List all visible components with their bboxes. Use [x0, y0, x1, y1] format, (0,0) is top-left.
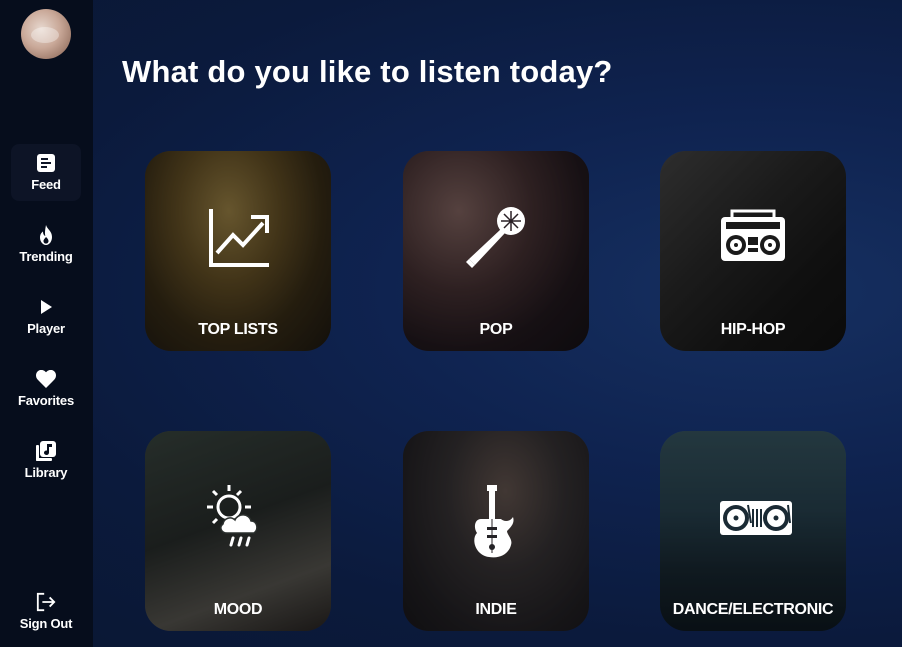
genre-label: DANCE/ELECTRONIC: [672, 601, 834, 618]
heart-icon: [36, 369, 56, 389]
microphone-icon: [461, 203, 531, 273]
feed-icon: [36, 153, 56, 173]
genre-card-hip-hop[interactable]: HIP-HOP: [660, 151, 846, 351]
sidebar-item-label: Favorites: [17, 393, 74, 408]
page-title: What do you like to listen today?: [122, 54, 613, 89]
play-icon: [36, 297, 56, 317]
genre-card-indie[interactable]: INDIE: [403, 431, 589, 631]
sidebar: Feed Trending Player Favorites Library S…: [0, 0, 93, 647]
sidebar-item-favorites[interactable]: Favorites: [11, 360, 81, 417]
sidebar-item-trending[interactable]: Trending: [11, 216, 81, 273]
genre-label: TOP LISTS: [198, 321, 278, 338]
genre-card-dance-electronic[interactable]: DANCE/ELECTRONIC: [660, 431, 846, 631]
trending-chart-icon: [203, 203, 273, 273]
sidebar-item-library[interactable]: Library: [11, 432, 81, 489]
genre-label: POP: [479, 321, 513, 338]
sidebar-item-label: Trending: [19, 249, 73, 264]
genre-card-mood[interactable]: MOOD: [145, 431, 331, 631]
sidebar-item-label: Feed: [31, 177, 61, 192]
electric-guitar-icon: [461, 483, 531, 558]
sidebar-item-player[interactable]: Player: [11, 288, 81, 345]
flame-icon: [36, 225, 56, 245]
sign-out-button[interactable]: Sign Out: [11, 583, 81, 640]
boombox-icon: [718, 203, 788, 273]
genre-card-top-lists[interactable]: TOP LISTS: [145, 151, 331, 351]
sidebar-item-feed[interactable]: Feed: [11, 144, 81, 201]
sidebar-item-label: Library: [24, 465, 68, 480]
sign-out-label: Sign Out: [19, 616, 73, 631]
sidebar-item-label: Player: [27, 321, 65, 336]
avatar[interactable]: [21, 9, 71, 59]
sign-out-icon: [36, 592, 56, 612]
genre-label: HIP-HOP: [720, 321, 786, 338]
genre-card-pop[interactable]: POP: [403, 151, 589, 351]
library-icon: [36, 441, 56, 461]
genre-label: INDIE: [475, 601, 517, 618]
genre-label: MOOD: [213, 601, 263, 618]
weather-icon: [203, 483, 273, 553]
turntables-icon: [718, 483, 792, 553]
